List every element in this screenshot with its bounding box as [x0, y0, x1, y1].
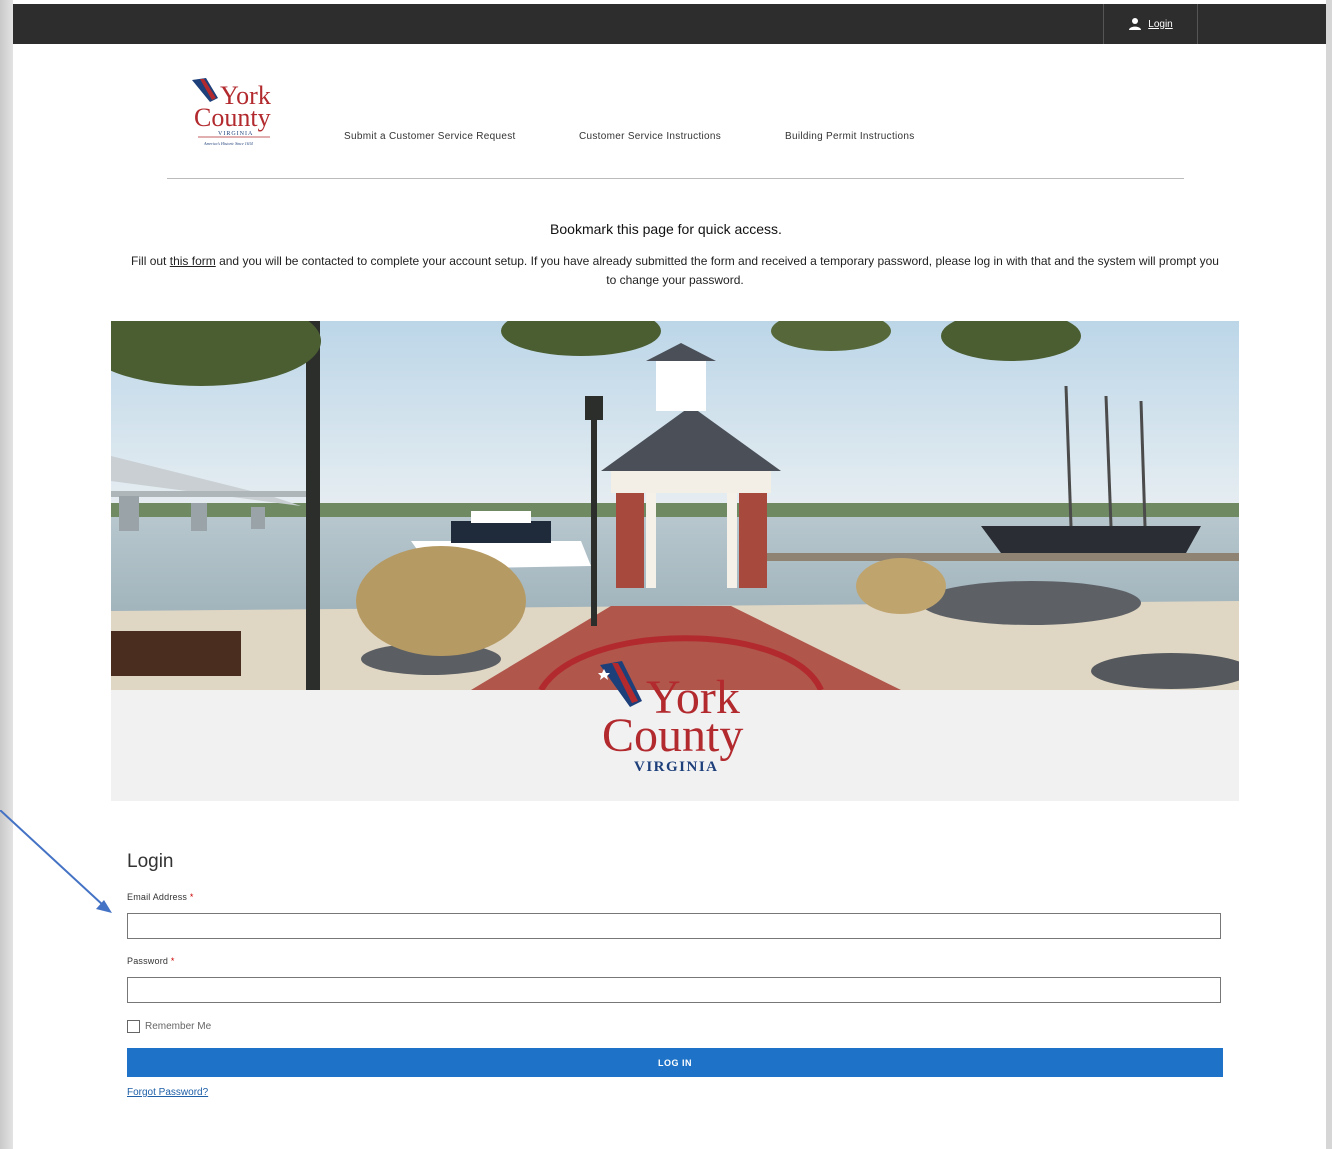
- left-page-margin: [0, 0, 13, 1149]
- remember-me-label: Remember Me: [145, 1021, 212, 1032]
- york-county-logo[interactable]: York County VIRGINIA America's Historic …: [190, 76, 280, 148]
- login-button[interactable]: LOG IN: [127, 1048, 1223, 1077]
- right-page-margin: [1326, 0, 1332, 1149]
- email-label: Email Address *: [127, 892, 194, 902]
- email-field[interactable]: [127, 913, 1221, 939]
- nav-customer-service-instructions[interactable]: Customer Service Instructions: [579, 131, 721, 142]
- password-field[interactable]: [127, 977, 1221, 1003]
- annotation-arrow: [0, 810, 112, 913]
- bookmark-notice: Bookmark this page for quick access.: [550, 221, 782, 237]
- waterfront-photo: [111, 321, 1239, 690]
- header-login-link[interactable]: Login: [1103, 4, 1198, 44]
- login-title: Login: [127, 851, 174, 872]
- logo-tagline: America's Historic Since 1634: [203, 141, 253, 146]
- intro-text-start: Fill out: [131, 254, 170, 268]
- header-login-label: Login: [1148, 18, 1173, 30]
- password-required-marker: *: [170, 956, 175, 966]
- banner-york-county-logo: York County VIRGINIA: [598, 661, 743, 775]
- banner-logo-line3: VIRGINIA: [634, 759, 719, 775]
- this-form-link[interactable]: this form: [170, 254, 216, 268]
- email-label-text: Email Address: [127, 892, 188, 902]
- header-divider: [167, 178, 1184, 179]
- logo-line2: County: [194, 103, 271, 132]
- nav-building-permit-instructions[interactable]: Building Permit Instructions: [785, 131, 915, 142]
- nav-customer-service-request[interactable]: Submit a Customer Service Request: [344, 131, 516, 142]
- intro-text-end: and you will be contacted to complete yo…: [215, 254, 1219, 287]
- email-required-marker: *: [189, 892, 194, 902]
- banner-logo-line2: County: [602, 709, 743, 762]
- password-label: Password *: [127, 956, 175, 966]
- logo-line3: VIRGINIA: [218, 131, 253, 137]
- intro-text: Fill out this form and you will be conta…: [125, 252, 1225, 290]
- password-label-text: Password: [127, 956, 169, 966]
- remember-me[interactable]: Remember Me: [127, 1020, 211, 1033]
- remember-me-checkbox[interactable]: [127, 1020, 140, 1033]
- forgot-password-link[interactable]: Forgot Password?: [127, 1087, 208, 1098]
- user-icon: [1129, 18, 1142, 30]
- top-bar: Login: [13, 4, 1326, 44]
